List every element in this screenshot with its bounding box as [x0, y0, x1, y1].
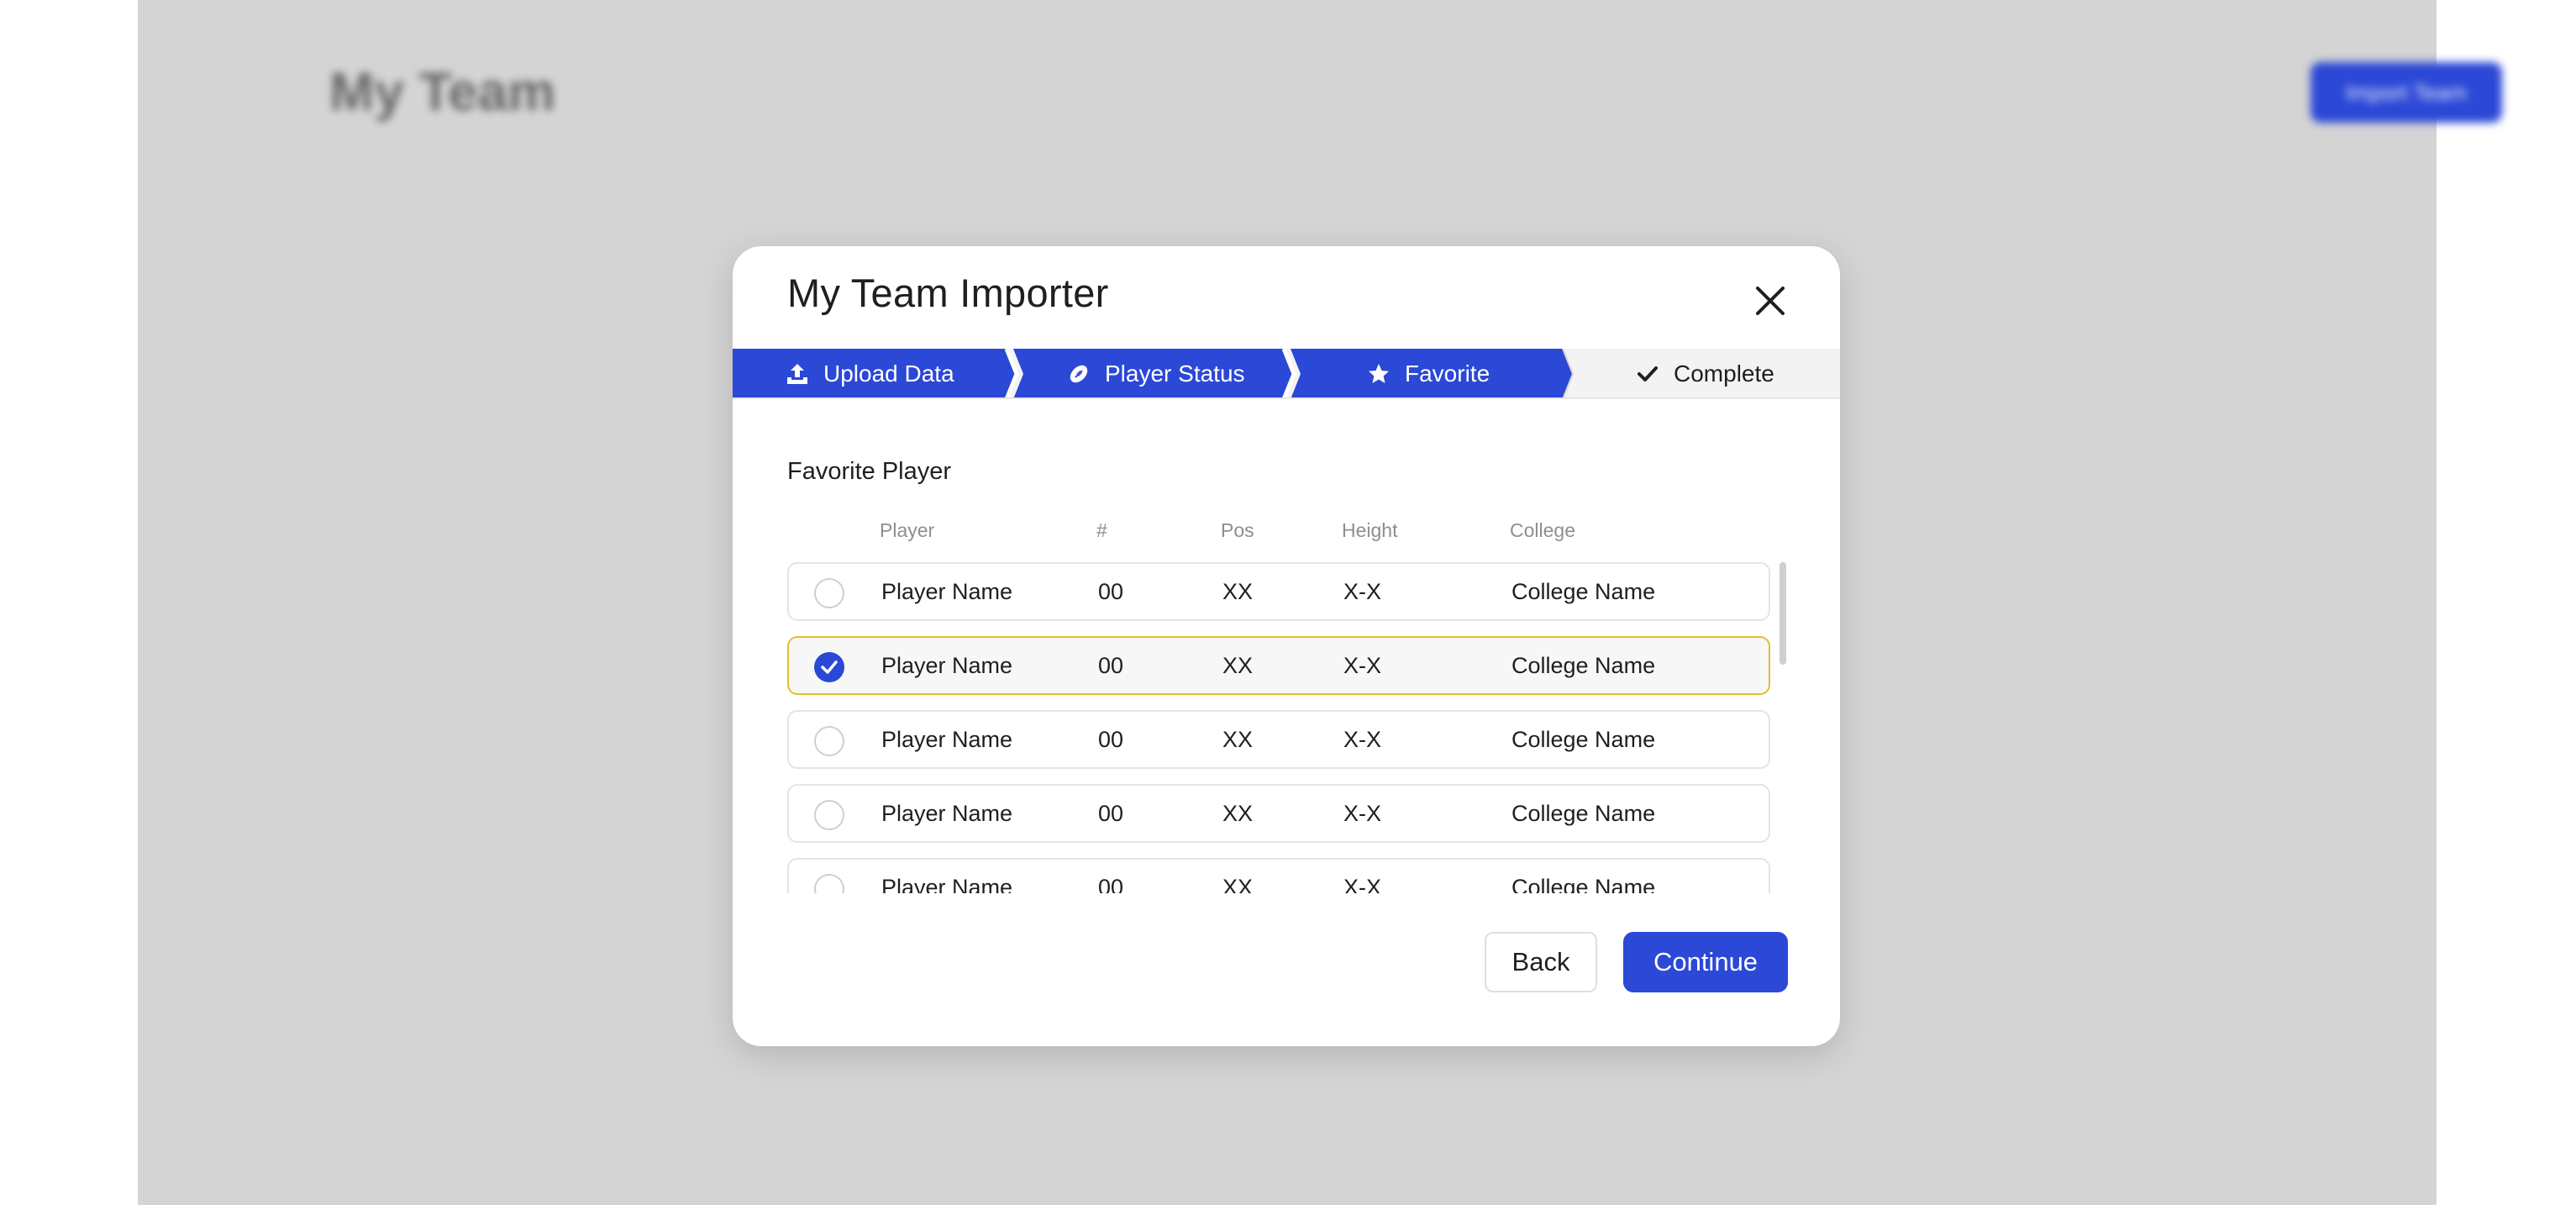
- player-height: X-X: [1343, 727, 1382, 752]
- modal-title: My Team Importer: [787, 271, 1109, 315]
- step-label: Complete: [1674, 360, 1774, 387]
- radio-button[interactable]: [814, 800, 844, 830]
- table-row[interactable]: Player Name 00 XX X-X College Name: [787, 636, 1770, 695]
- scrollbar-thumb[interactable]: [1780, 562, 1786, 665]
- player-name: Player Name: [881, 653, 1013, 678]
- player-height: X-X: [1343, 875, 1382, 893]
- player-college: College Name: [1511, 801, 1656, 826]
- step-label: Favorite: [1405, 360, 1490, 387]
- table-row[interactable]: Player Name 00 XX X-X College Name: [787, 858, 1770, 893]
- player-name: Player Name: [881, 727, 1013, 752]
- player-number: 00: [1098, 653, 1124, 678]
- close-button[interactable]: [1749, 280, 1791, 322]
- list-scrollbar[interactable]: [1780, 562, 1786, 893]
- column-header-height: Height: [1342, 519, 1398, 541]
- player-name: Player Name: [881, 875, 1013, 893]
- radio-button[interactable]: [814, 726, 844, 756]
- team-importer-modal: My Team Importer Upload Data Player Stat…: [733, 246, 1840, 1046]
- background-import-button: Import Team: [2311, 62, 2502, 123]
- radio-button-checked[interactable]: [814, 652, 844, 682]
- radio-button[interactable]: [814, 578, 844, 608]
- player-height: X-X: [1343, 579, 1382, 604]
- table-row[interactable]: Player Name 00 XX X-X College Name: [787, 710, 1770, 769]
- step-favorite[interactable]: Favorite: [1366, 349, 1490, 399]
- player-college: College Name: [1511, 875, 1656, 893]
- step-player-status[interactable]: Player Status: [1066, 349, 1245, 399]
- continue-button[interactable]: Continue: [1623, 932, 1788, 992]
- radio-button[interactable]: [814, 874, 844, 893]
- column-header-college: College: [1510, 519, 1575, 541]
- background-page-title: My Team: [329, 61, 556, 122]
- player-name: Player Name: [881, 801, 1013, 826]
- table-row[interactable]: Player Name 00 XX X-X College Name: [787, 784, 1770, 843]
- column-header-number: #: [1096, 519, 1107, 541]
- step-label: Player Status: [1105, 360, 1245, 387]
- table-row[interactable]: Player Name 00 XX X-X College Name: [787, 562, 1770, 621]
- player-number: 00: [1098, 579, 1124, 604]
- player-number: 00: [1098, 801, 1124, 826]
- player-number: 00: [1098, 875, 1124, 893]
- star-icon: [1369, 364, 1389, 383]
- check-icon: [1638, 366, 1658, 381]
- section-title: Favorite Player: [787, 458, 952, 485]
- player-number: 00: [1098, 727, 1124, 752]
- player-position: XX: [1222, 653, 1254, 678]
- player-list: Player Name 00 XX X-X College Name Player Nam…: [787, 562, 1795, 893]
- upload-icon: [787, 364, 807, 384]
- back-button[interactable]: Back: [1485, 932, 1597, 992]
- player-college: College Name: [1511, 579, 1656, 604]
- column-header-pos: Pos: [1221, 519, 1254, 541]
- player-position: XX: [1222, 801, 1254, 826]
- step-label: Upload Data: [823, 360, 954, 387]
- player-college: College Name: [1511, 727, 1656, 752]
- football-icon: [1070, 365, 1088, 383]
- step-upload-data[interactable]: Upload Data: [785, 349, 954, 399]
- close-icon: [1756, 287, 1785, 315]
- column-header-player: Player: [880, 519, 935, 541]
- checkmark-icon: [821, 660, 838, 674]
- step-complete[interactable]: Complete: [1635, 349, 1774, 399]
- player-position: XX: [1222, 579, 1254, 604]
- player-position: XX: [1222, 875, 1254, 893]
- progress-stepper: Upload Data Player Status Favorite Compl…: [733, 349, 1840, 399]
- player-height: X-X: [1343, 801, 1382, 826]
- table-header: Player # Pos Height College: [787, 519, 1779, 550]
- player-position: XX: [1222, 727, 1254, 752]
- player-name: Player Name: [881, 579, 1013, 604]
- player-college: College Name: [1511, 653, 1656, 678]
- player-height: X-X: [1343, 653, 1382, 678]
